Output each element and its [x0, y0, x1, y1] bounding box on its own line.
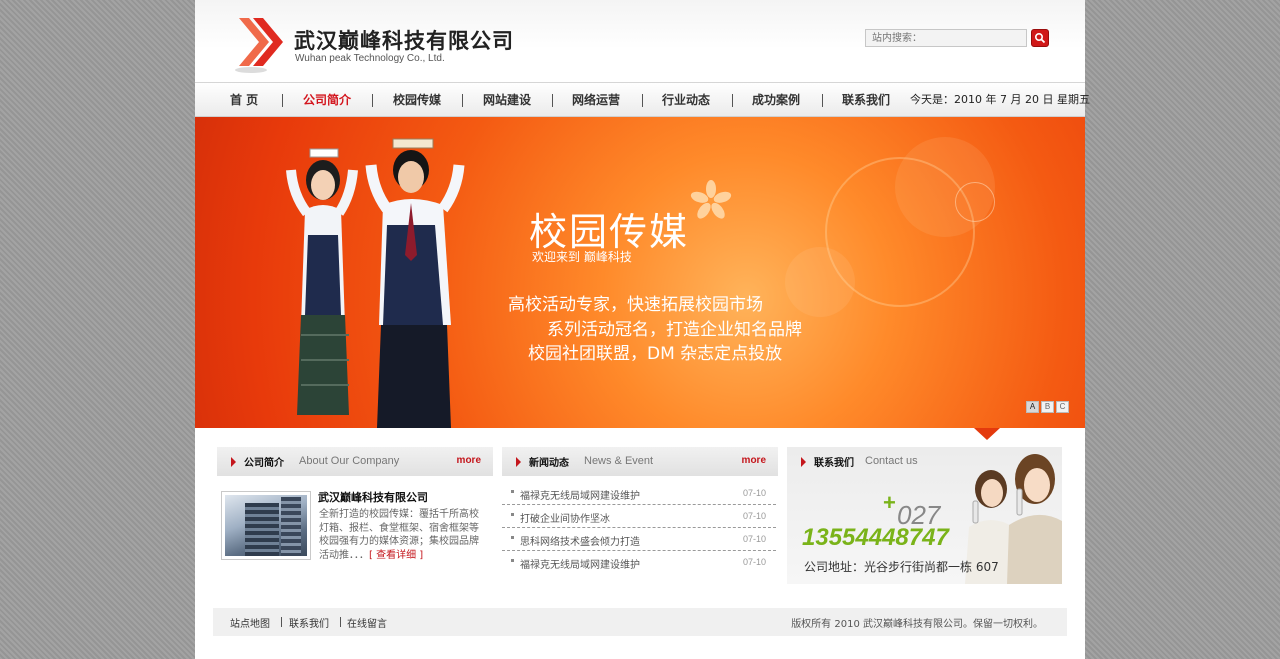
page-container: 武汉巅峰科技有限公司 Wuhan peak Technology Co., Lt…: [195, 0, 1090, 659]
search-input[interactable]: [865, 29, 1027, 47]
news-more-link[interactable]: more: [742, 455, 766, 466]
banner-pointer-arrow: [974, 428, 1000, 440]
about-box-header: 公司简介 About Our Company more: [217, 447, 493, 476]
contact-box: 联系我们 Contact us + 027 13554448747 公司地址：光…: [787, 447, 1062, 584]
contact-phone: 13554448747: [802, 524, 949, 551]
news-title-en: News & Event: [584, 455, 654, 467]
search-button[interactable]: [1031, 29, 1049, 47]
students-illustration: [286, 138, 465, 428]
logo-chevron-icon: [235, 18, 283, 73]
arrow-right-icon: [516, 457, 521, 467]
search-icon: [1034, 32, 1046, 44]
nav-separator: [732, 94, 733, 107]
news-item[interactable]: 打破企业间协作坚冰 07-10: [502, 505, 776, 528]
slide-selector: A B C: [1026, 401, 1069, 413]
view-detail-link[interactable]: [ 查看详细 ]: [369, 550, 423, 561]
about-more-link[interactable]: more: [457, 455, 481, 466]
bullet-icon: [511, 559, 514, 562]
company-name-cn: 武汉巅峰科技有限公司: [294, 29, 514, 53]
news-item-title: 思科网络技术盛会倾力打造: [520, 537, 640, 548]
nav-separator: [372, 94, 373, 107]
footer-separator: [340, 617, 341, 627]
company-name-en: Wuhan peak Technology Co., Ltd.: [295, 53, 445, 64]
banner-subtitle: 欢迎来到 巅峰科技: [532, 250, 632, 264]
arrow-right-icon: [231, 457, 236, 467]
slide-button-b[interactable]: B: [1041, 401, 1054, 413]
nav-home[interactable]: 首 页: [230, 83, 258, 118]
nav-contact-us[interactable]: 联系我们: [842, 83, 890, 118]
nav-separator: [282, 94, 283, 107]
contact-title: 联系我们: [814, 458, 854, 469]
news-item-date: 07-10: [742, 534, 766, 544]
bokeh-decoration: [785, 247, 855, 317]
banner-line-1: 高校活动专家，快速拓展校园市场: [508, 295, 763, 315]
flower-icon: [690, 180, 732, 219]
current-date: 今天是：2010 年 7 月 20 日 星期五: [910, 93, 1090, 106]
bullet-icon: [511, 513, 514, 516]
news-item[interactable]: 福禄克无线局域网建设维护 07-10: [502, 551, 776, 574]
bullet-icon: [511, 490, 514, 493]
news-item-date: 07-10: [742, 488, 766, 498]
about-title-en: About Our Company: [299, 455, 400, 467]
contact-plus-sign: +: [883, 490, 896, 515]
about-thumbnail: [221, 491, 311, 560]
news-item-date: 07-10: [742, 557, 766, 567]
nav-industry-news[interactable]: 行业动态: [662, 83, 710, 118]
contact-title-en: Contact us: [865, 455, 918, 467]
nav-separator: [552, 94, 553, 107]
header: 武汉巅峰科技有限公司 Wuhan peak Technology Co., Lt…: [195, 0, 1085, 82]
about-company-name: 武汉巅峰科技有限公司: [318, 491, 428, 504]
news-item[interactable]: 福禄克无线局域网建设维护 07-10: [502, 482, 776, 505]
nav-company-intro[interactable]: 公司简介: [303, 83, 351, 118]
nav-network-operation[interactable]: 网络运营: [572, 83, 620, 118]
main-nav: 首 页 公司简介 校园传媒 网站建设 网络运营 行业动态 成功案例 联系我们 今…: [195, 82, 1090, 118]
contact-box-header: 联系我们 Contact us: [787, 447, 937, 476]
nav-campus-media[interactable]: 校园传媒: [393, 83, 441, 118]
slide-button-c[interactable]: C: [1056, 401, 1069, 413]
copyright-text: 版权所有 2010 武汉巅峰科技有限公司。保留一切权利。: [791, 619, 1043, 630]
news-item-date: 07-10: [742, 511, 766, 521]
banner-line-3: 校园社团联盟，DM 杂志定点投放: [528, 344, 783, 364]
arrow-right-icon: [801, 457, 806, 467]
nav-separator: [642, 94, 643, 107]
footer-separator: [281, 617, 282, 627]
news-item-title: 福禄克无线局域网建设维护: [520, 560, 640, 571]
contact-address: 公司地址：光谷步行街尚都一栋 607: [804, 560, 999, 574]
nav-website-building[interactable]: 网站建设: [483, 83, 531, 118]
footer-link-sitemap[interactable]: 站点地图: [230, 615, 270, 630]
banner-line-2: 系列活动冠名，打造企业知名品牌: [547, 320, 802, 340]
nav-separator: [462, 94, 463, 107]
news-item[interactable]: 思科网络技术盛会倾力打造 07-10: [502, 528, 776, 551]
building-image: [225, 495, 307, 556]
nav-separator: [822, 94, 823, 107]
news-box-header: 新闻动态 News & Event more: [502, 447, 778, 476]
about-description: 全新打造的校园传媒：覆括千所高校灯箱、报栏、食堂框架、宿舍框架等校园强有力的媒体…: [319, 508, 481, 562]
bullet-icon: [511, 536, 514, 539]
footer: 站点地图 联系我们 在线留言 版权所有 2010 武汉巅峰科技有限公司。保留一切…: [213, 608, 1067, 636]
footer-link-message[interactable]: 在线留言: [347, 615, 387, 630]
news-title: 新闻动态: [529, 458, 569, 469]
slide-button-a[interactable]: A: [1026, 401, 1039, 413]
footer-link-contact[interactable]: 联系我们: [289, 615, 329, 630]
hero-banner: 校园传媒 欢迎来到 巅峰科技 高校活动专家，快速拓展校园市场 系列活动冠名，打造…: [195, 117, 1085, 428]
bokeh-decoration: [955, 182, 995, 222]
about-title: 公司简介: [244, 458, 284, 469]
news-item-title: 打破企业间协作坚冰: [520, 514, 610, 525]
nav-success-cases[interactable]: 成功案例: [752, 83, 800, 118]
news-item-title: 福禄克无线局域网建设维护: [520, 491, 640, 502]
